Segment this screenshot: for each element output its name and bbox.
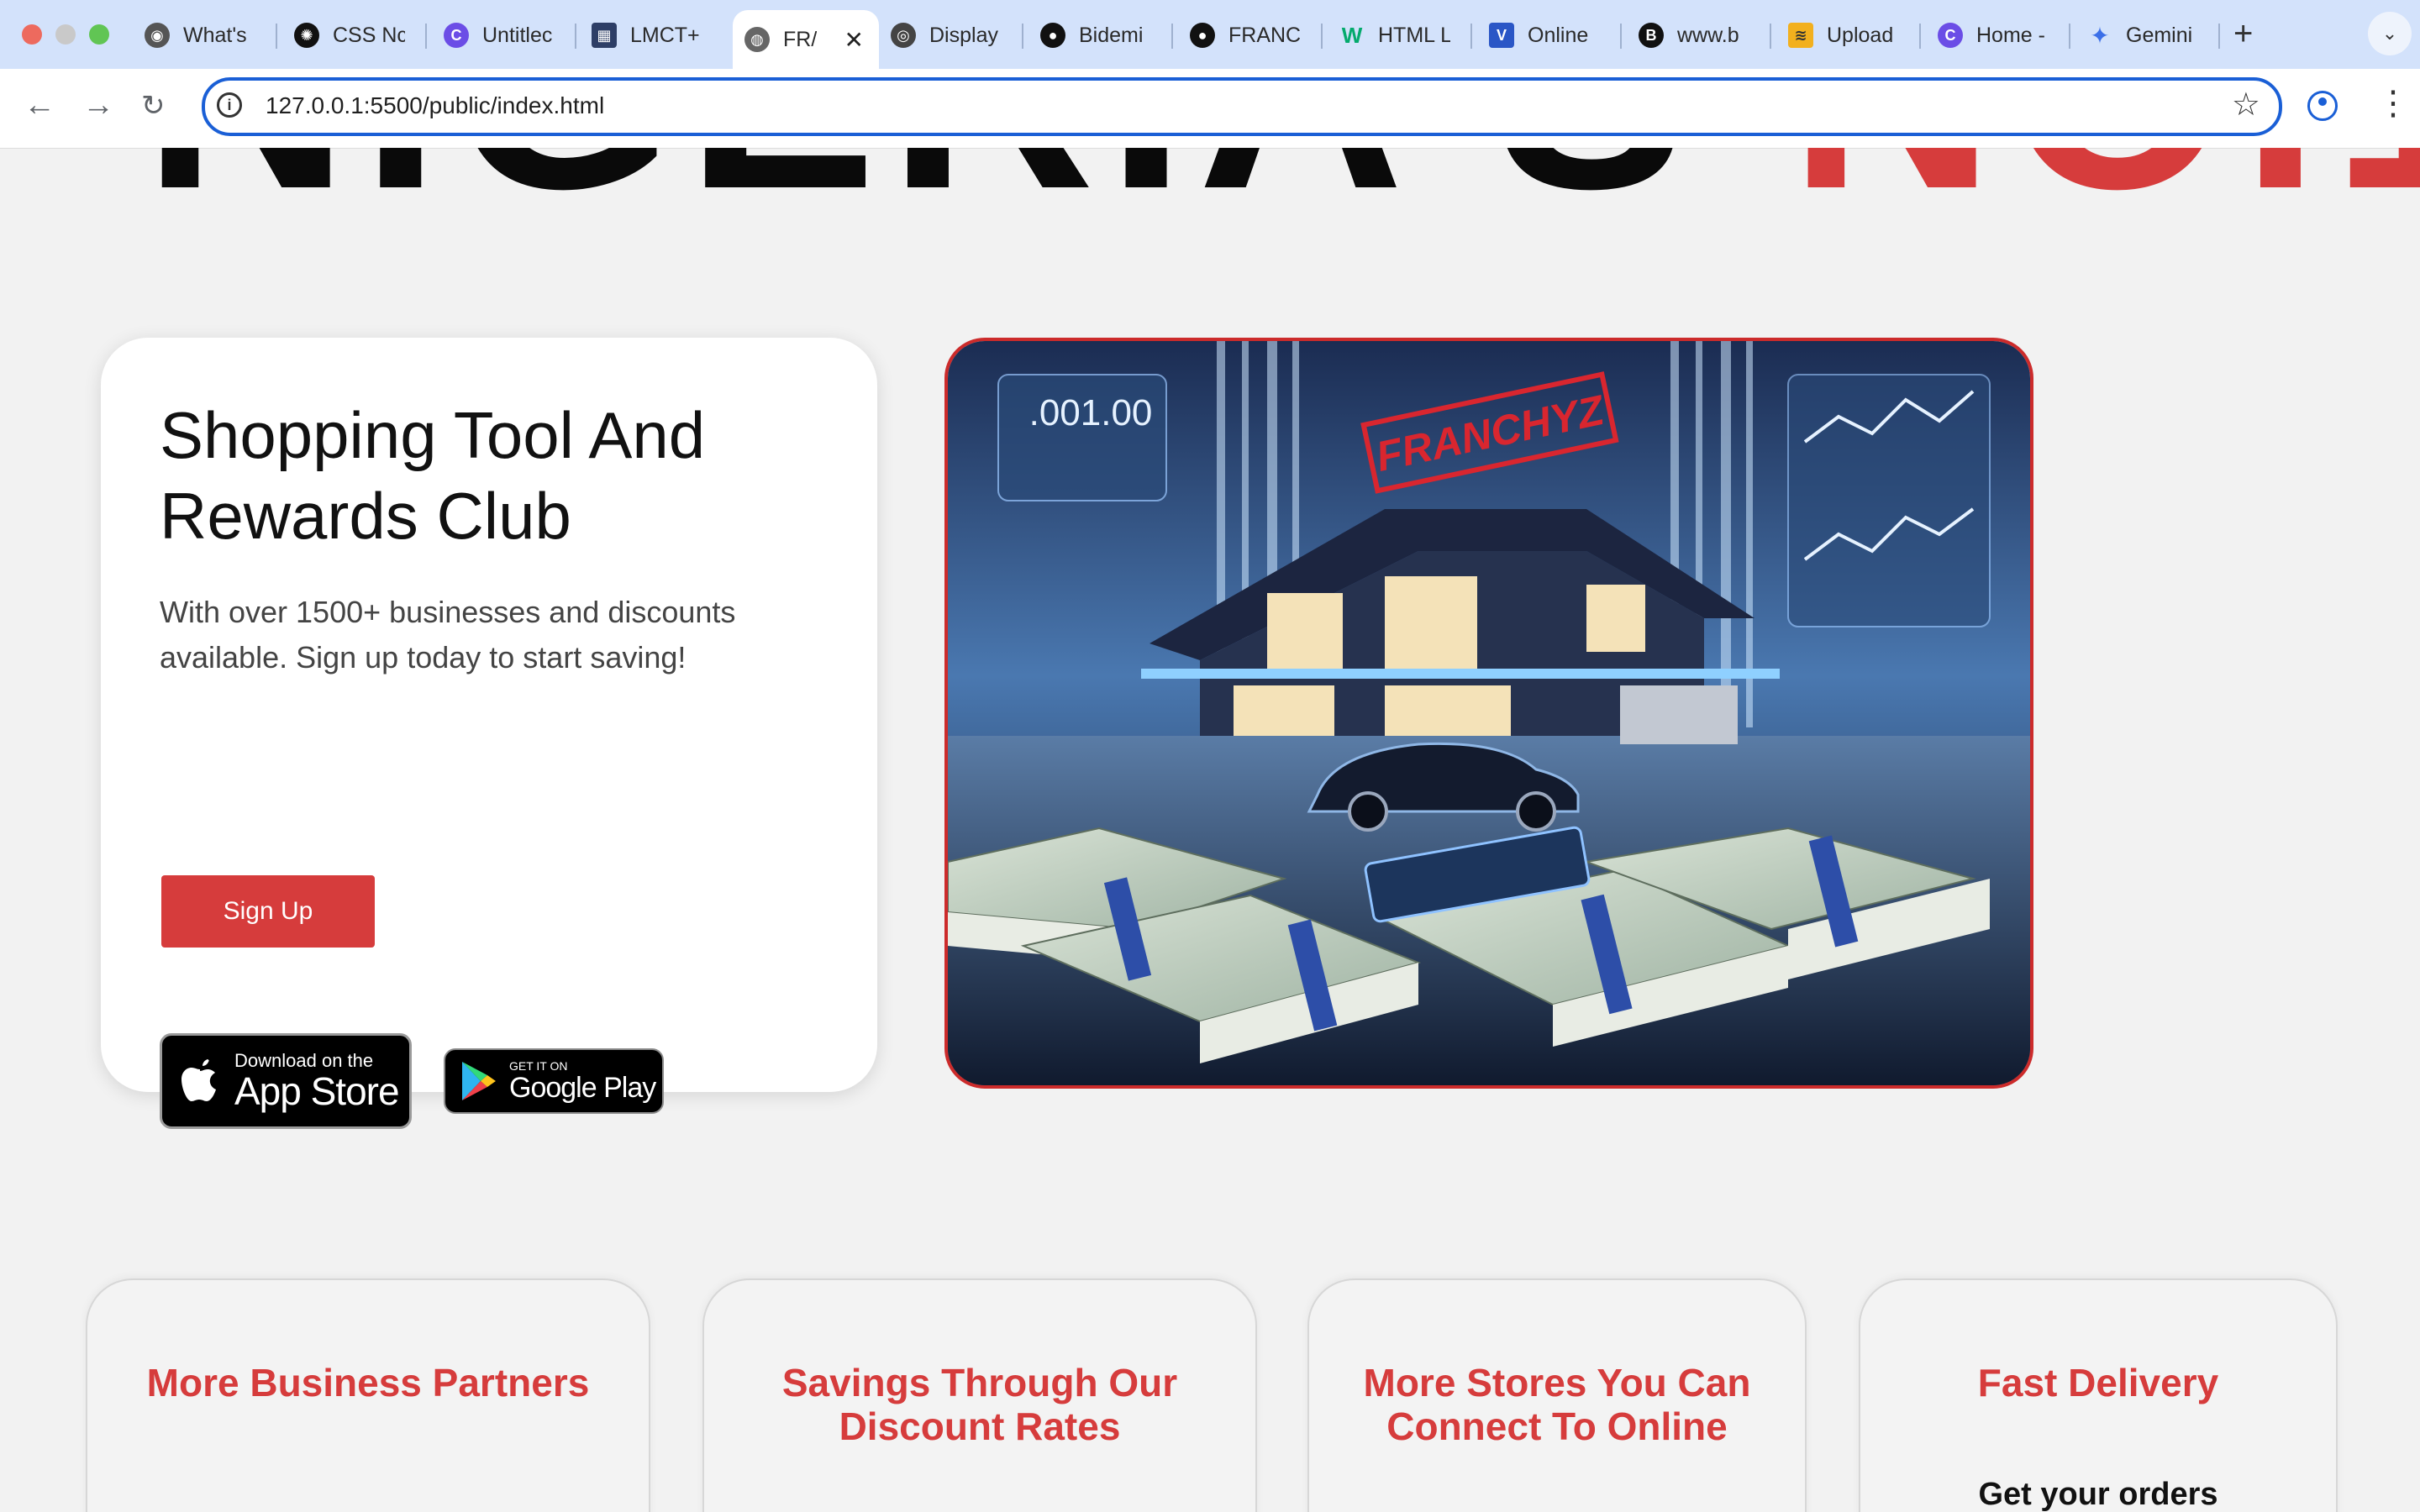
- page-viewport: NIGERIA'S NO.1 Shopping Tool And Rewards…: [0, 148, 2420, 1512]
- tab-divider: [1770, 24, 1771, 49]
- tab-label: Bidemi: [1079, 23, 1144, 47]
- w3schools-icon: W: [1341, 22, 1363, 48]
- tab-divider: [276, 24, 277, 49]
- canva-icon: C: [1938, 23, 1963, 48]
- sign-up-button[interactable]: Sign Up: [161, 875, 375, 948]
- copilot-icon: ◎: [891, 23, 916, 48]
- tab-divider: [425, 24, 427, 49]
- url-text[interactable]: 127.0.0.1:5500/public/index.html: [266, 92, 604, 119]
- browser-tab[interactable]: C Untitlec: [444, 12, 570, 59]
- tab-divider: [1022, 24, 1023, 49]
- screen-number-text: .001.00: [1029, 392, 1153, 433]
- canva-icon: C: [444, 23, 469, 48]
- tab-label: Gemini: [2126, 23, 2193, 47]
- browser-tab[interactable]: V Online: [1489, 12, 1615, 59]
- b-icon: B: [1639, 23, 1664, 48]
- github-icon: ●: [1190, 23, 1215, 48]
- hero-headline: NIGERIA'S NO.1: [143, 148, 2420, 232]
- tab-divider: [2218, 24, 2220, 49]
- tab-label: Upload: [1827, 23, 1894, 47]
- tab-divider: [1171, 24, 1173, 49]
- google-play-badge[interactable]: GET IT ON Google Play: [444, 1048, 664, 1114]
- browser-toolbar: ← → ↻ i 127.0.0.1:5500/public/index.html…: [0, 69, 2420, 149]
- bookmark-star-icon[interactable]: ☆: [2232, 86, 2260, 123]
- tab-divider: [1620, 24, 1622, 49]
- google-play-icon: [462, 1062, 496, 1100]
- tab-divider: [1919, 24, 1921, 49]
- browser-tab[interactable]: B www.b: [1639, 12, 1765, 59]
- feature-title: More Business Partners: [146, 1361, 590, 1404]
- feature-card-business-partners: More Business Partners: [86, 1278, 650, 1512]
- tab-divider: [575, 24, 576, 49]
- address-bar[interactable]: i 127.0.0.1:5500/public/index.html ☆: [202, 77, 2282, 136]
- feature-card-fast-delivery: Fast Delivery Get your orders: [1859, 1278, 2338, 1512]
- close-tab-icon[interactable]: ✕: [844, 26, 864, 54]
- profile-avatar-icon[interactable]: [2307, 91, 2338, 121]
- vercel-icon: V: [1489, 23, 1514, 48]
- close-window-button[interactable]: [22, 24, 42, 45]
- tab-divider: [1321, 24, 1323, 49]
- tab-label: Home -: [1976, 23, 2045, 47]
- tab-label: Display: [929, 23, 998, 47]
- maximize-window-button[interactable]: [89, 24, 109, 45]
- google-play-large-text: Google Play: [509, 1072, 656, 1104]
- browser-tab[interactable]: ✺ CSS Nc: [294, 12, 420, 59]
- tab-label: Untitlec: [482, 23, 553, 47]
- browser-tab[interactable]: ● FRANC: [1190, 12, 1316, 59]
- lmct-icon: ▦: [592, 23, 617, 48]
- reload-icon[interactable]: ↻: [141, 89, 166, 123]
- browser-tab[interactable]: C Home -: [1938, 12, 2064, 59]
- globe-icon: ◍: [744, 27, 770, 52]
- feature-card-online-stores: More Stores You Can Connect To Online: [1307, 1278, 1807, 1512]
- feature-card-discount-savings: Savings Through Our Discount Rates: [702, 1278, 1257, 1512]
- promo-title: Shopping Tool And Rewards Club: [160, 398, 706, 553]
- browser-tab[interactable]: ◉ What's: [145, 12, 271, 59]
- tab-divider: [2069, 24, 2070, 49]
- browser-tab[interactable]: ▦ LMCT+: [592, 12, 726, 59]
- tab-label: LMCT+: [630, 23, 700, 47]
- feature-title: More Stores You Can Connect To Online: [1363, 1361, 1751, 1448]
- promo-description: With over 1500+ businesses and discounts…: [160, 595, 736, 675]
- browser-tab[interactable]: ◎ Display: [891, 12, 1017, 59]
- app-store-small-text: Download on the: [234, 1050, 374, 1071]
- menu-kebab-icon[interactable]: ⋮: [2376, 84, 2410, 123]
- tab-label: www.b: [1677, 23, 1739, 47]
- feature-title: Fast Delivery: [1977, 1361, 2219, 1404]
- minimize-window-button[interactable]: [55, 24, 76, 45]
- chrome-icon: ◉: [145, 23, 170, 48]
- browser-tab[interactable]: W HTML L: [1339, 12, 1465, 59]
- site-info-icon[interactable]: i: [217, 92, 242, 118]
- hero-house-money-image: .001.00 FRANCHYZ: [944, 338, 2033, 1089]
- forward-arrow-icon[interactable]: →: [82, 87, 114, 123]
- tab-label: HTML L: [1378, 23, 1450, 47]
- new-tab-plus-icon[interactable]: +: [2233, 15, 2253, 53]
- browser-tab-active[interactable]: ◍ FR/ ✕: [733, 10, 879, 69]
- back-arrow-icon[interactable]: ←: [24, 87, 55, 123]
- tab-label: CSS Nc: [333, 23, 405, 47]
- apple-icon: [182, 1059, 216, 1101]
- feature-title: Savings Through Our Discount Rates: [781, 1361, 1178, 1448]
- browser-tab-bar: ◉ What's ✺ CSS Nc C Untitlec ▦ LMCT+ ◍ F…: [0, 0, 2420, 69]
- tab-label: FR/: [783, 27, 817, 51]
- app-store-large-text: App Store: [234, 1069, 400, 1113]
- feature-subtitle: Get your orders: [1978, 1477, 2218, 1512]
- browser-tab[interactable]: ● Bidemi: [1040, 12, 1166, 59]
- tab-label: Online: [1528, 23, 1589, 47]
- promo-card: Shopping Tool And Rewards Club With over…: [101, 338, 877, 1129]
- hero-headline-black: NIGERIA'S: [143, 148, 1697, 249]
- layers-icon: ≋: [1788, 23, 1813, 48]
- hero-illustration: .001.00 FRANCHYZ: [948, 341, 2030, 1085]
- browser-tab[interactable]: ✦ Gemini: [2087, 12, 2213, 59]
- tab-search-chevron-icon[interactable]: ⌄: [2368, 12, 2412, 55]
- app-store-badge[interactable]: Download on the App Store: [160, 1033, 412, 1129]
- gemini-icon: ✦: [2090, 22, 2110, 49]
- github-icon: ●: [1040, 23, 1065, 48]
- browser-tab[interactable]: ≋ Upload: [1788, 12, 1914, 59]
- hero-headline-red: NO.1: [1789, 148, 2420, 249]
- tab-divider: [1470, 24, 1472, 49]
- google-play-small-text: GET IT ON: [509, 1059, 568, 1073]
- tab-label: FRANC: [1228, 23, 1301, 47]
- openai-icon: ✺: [294, 23, 319, 48]
- tab-label: What's: [183, 23, 247, 47]
